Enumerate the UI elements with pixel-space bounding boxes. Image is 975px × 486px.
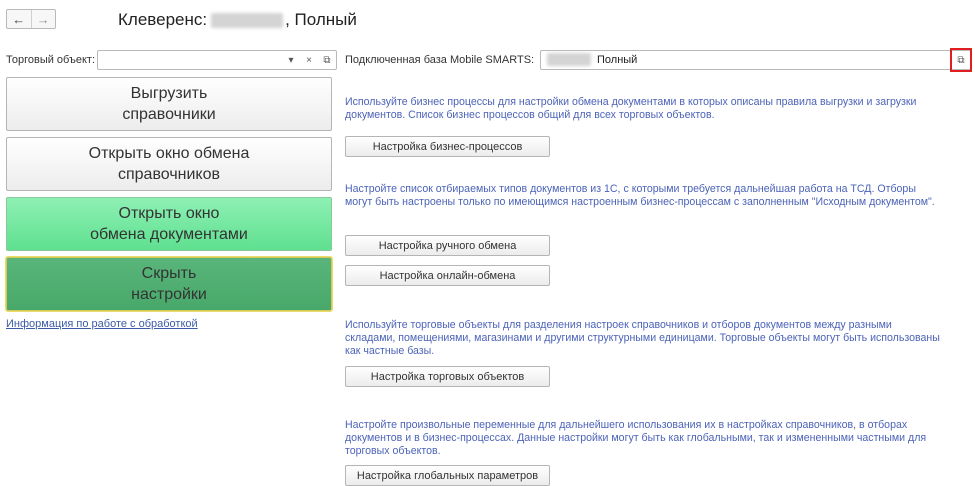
mobile-db-label: Подключенная база Mobile SMARTS: [345,54,535,66]
dropdown-icon[interactable]: ▾ [283,51,299,69]
mobile-db-value: Полный [597,54,638,66]
redacted-text [211,12,284,28]
title-suffix: , Полный [285,10,357,29]
title-prefix: Клеверенс: [118,10,208,29]
global-params-description: Настройте произвольные переменные для да… [345,419,927,457]
trade-object-input[interactable]: ▾ × ⧉ [97,50,337,70]
trade-objects-description: Используйте торговые объекты для разделе… [345,319,940,357]
clear-icon[interactable]: × [301,51,317,69]
trade-objects-settings-button[interactable]: Настройка торговых объектов [345,366,550,387]
highlight-frame [950,48,972,72]
open-catalog-exchange-button[interactable]: Открыть окно обмена справочников [6,137,332,191]
open-icon[interactable]: ⧉ [319,51,335,69]
back-arrow-icon[interactable]: ← [7,10,31,28]
navigation-buttons: ← → [6,9,56,29]
manual-exchange-description: Настройте список отбираемых типов докуме… [345,183,935,208]
hide-settings-button[interactable]: Скрыть настройки [6,257,332,311]
info-link[interactable]: Информация по работе с обработкой [6,318,198,330]
trade-object-label: Торговый объект: [6,54,96,66]
page-title: Клеверенс: , Полный [118,10,357,30]
redacted-text [547,53,591,66]
manual-exchange-settings-button[interactable]: Настройка ручного обмена [345,235,550,256]
business-process-description: Используйте бизнес процессы для настройк… [345,96,917,121]
mobile-db-input[interactable]: Полный ⧉ [540,50,971,70]
forward-arrow-icon[interactable]: → [30,10,56,28]
open-document-exchange-button[interactable]: Открыть окно обмена документами [6,197,332,251]
online-exchange-settings-button[interactable]: Настройка онлайн-обмена [345,265,550,286]
export-catalogs-button[interactable]: Выгрузить справочники [6,77,332,131]
business-process-settings-button[interactable]: Настройка бизнес-процессов [345,136,550,157]
